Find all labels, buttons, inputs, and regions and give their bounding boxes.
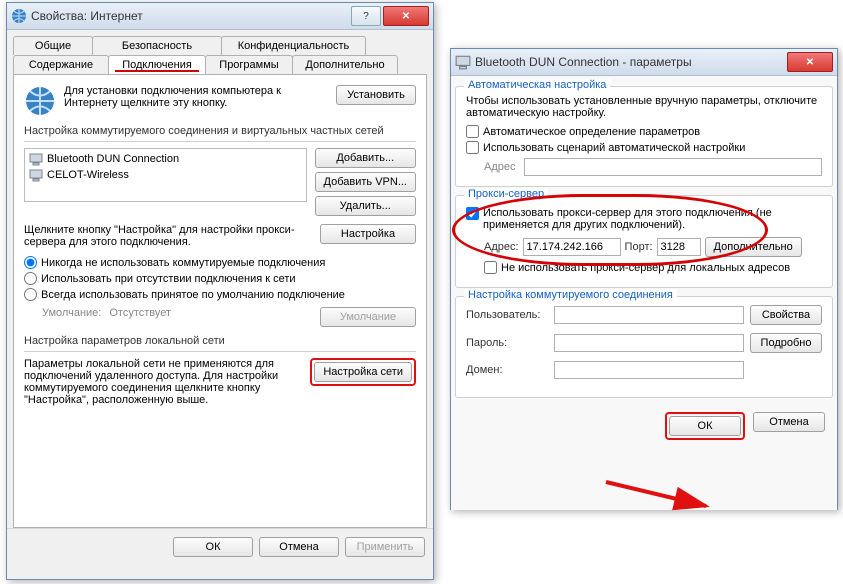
- dialup-creds-legend: Настройка коммутируемого соединения: [464, 289, 677, 301]
- script-address-label: Адрес: [484, 161, 516, 173]
- proxy-port-input[interactable]: [657, 238, 701, 256]
- password-label: Пароль:: [466, 337, 548, 349]
- tab-privacy[interactable]: Конфиденциальность: [221, 36, 366, 55]
- radio-dial-no-net[interactable]: Использовать при отсутствии подключения …: [24, 272, 416, 285]
- properties-button[interactable]: Свойства: [750, 305, 822, 325]
- install-text: Для установки подключения компьютера к И…: [64, 85, 328, 109]
- use-proxy-checkbox[interactable]: Использовать прокси-сервер для этого под…: [466, 207, 822, 231]
- cancel-button[interactable]: Отмена: [259, 537, 339, 557]
- radio-always-dial[interactable]: Всегда использовать принятое по умолчани…: [24, 288, 416, 301]
- settings-button[interactable]: Настройка: [320, 224, 416, 244]
- add-vpn-button[interactable]: Добавить VPN...: [315, 172, 416, 192]
- tab-content[interactable]: Содержание: [13, 55, 109, 74]
- radio-never-dial[interactable]: Никогда не использовать коммутируемые по…: [24, 256, 416, 269]
- set-default-button: Умолчание: [320, 307, 416, 327]
- close-button[interactable]: ✕: [787, 52, 833, 72]
- internet-properties-dialog: Свойства: Интернет ? ✕ Общие Безопасност…: [6, 2, 434, 580]
- dialup-creds-section: Настройка коммутируемого соединения Поль…: [455, 296, 833, 398]
- domain-input[interactable]: [554, 361, 744, 379]
- proxy-address-input[interactable]: [523, 238, 621, 256]
- default-label: Умолчание:: [42, 307, 101, 319]
- domain-label: Домен:: [466, 364, 548, 376]
- script-address-input: [524, 158, 823, 176]
- connections-listbox[interactable]: Bluetooth DUN Connection CELOT-Wireless: [24, 148, 307, 202]
- tab-security[interactable]: Безопасность: [92, 36, 222, 55]
- lan-settings-button[interactable]: Настройка сети: [314, 362, 412, 382]
- auto-detect-checkbox[interactable]: Автоматическое определение параметров: [466, 125, 822, 138]
- titlebar: Свойства: Интернет ? ✕: [7, 3, 433, 30]
- lan-text: Параметры локальной сети не применяются …: [24, 358, 302, 406]
- advanced-button[interactable]: Дополнительно: [705, 237, 802, 257]
- username-label: Пользователь:: [466, 309, 548, 321]
- ok-button[interactable]: ОК: [173, 537, 253, 557]
- bypass-local-checkbox[interactable]: Не использовать прокси-сервер для локаль…: [484, 261, 822, 274]
- tab-connections[interactable]: Подключения: [108, 55, 206, 74]
- connection-icon: [29, 168, 43, 182]
- window-title: Bluetooth DUN Connection - параметры: [475, 55, 787, 69]
- titlebar: Bluetooth DUN Connection - параметры ✕: [451, 49, 837, 76]
- dialog-footer: ОК Отмена Применить: [7, 528, 433, 565]
- connection-settings-dialog: Bluetooth DUN Connection - параметры ✕ А…: [450, 48, 838, 510]
- username-input[interactable]: [554, 306, 744, 324]
- remove-button[interactable]: Удалить...: [315, 196, 416, 216]
- connection-icon: [29, 152, 43, 166]
- tab-programs[interactable]: Программы: [205, 55, 293, 74]
- connection-icon: [455, 54, 471, 70]
- auto-config-legend: Автоматическая настройка: [464, 79, 610, 91]
- use-script-checkbox[interactable]: Использовать сценарий автоматической нас…: [466, 141, 822, 154]
- dialup-header: Настройка коммутируемого соединения и ви…: [24, 125, 416, 137]
- auto-config-text: Чтобы использовать установленные вручную…: [466, 95, 822, 119]
- advanced-dial-button[interactable]: Подробно: [750, 333, 822, 353]
- globe-icon: [11, 8, 27, 24]
- arrow-icon: [601, 476, 721, 516]
- install-button[interactable]: Установить: [336, 85, 416, 105]
- cancel-button[interactable]: Отмена: [753, 412, 825, 432]
- proxy-port-label: Порт:: [625, 241, 653, 253]
- list-item[interactable]: CELOT-Wireless: [27, 167, 304, 183]
- close-button[interactable]: ✕: [383, 6, 429, 26]
- tab-advanced[interactable]: Дополнительно: [292, 55, 398, 74]
- connection-wizard-icon: [24, 85, 56, 117]
- password-input[interactable]: [554, 334, 744, 352]
- auto-config-section: Автоматическая настройка Чтобы использов…: [455, 86, 833, 187]
- default-value: Отсутствует: [109, 307, 312, 319]
- ok-button[interactable]: ОК: [669, 416, 741, 436]
- add-button[interactable]: Добавить...: [315, 148, 416, 168]
- tab-general[interactable]: Общие: [13, 36, 93, 55]
- list-item[interactable]: Bluetooth DUN Connection: [27, 151, 304, 167]
- help-button[interactable]: ?: [351, 6, 381, 26]
- settings-text: Щелкните кнопку "Настройка" для настройк…: [24, 224, 312, 248]
- window-title: Свойства: Интернет: [31, 9, 351, 23]
- proxy-section: Прокси-сервер Использовать прокси-сервер…: [455, 195, 833, 288]
- lan-header: Настройка параметров локальной сети: [24, 335, 416, 347]
- proxy-legend: Прокси-сервер: [464, 188, 548, 200]
- apply-button: Применить: [345, 537, 425, 557]
- proxy-address-label: Адрес:: [484, 241, 519, 253]
